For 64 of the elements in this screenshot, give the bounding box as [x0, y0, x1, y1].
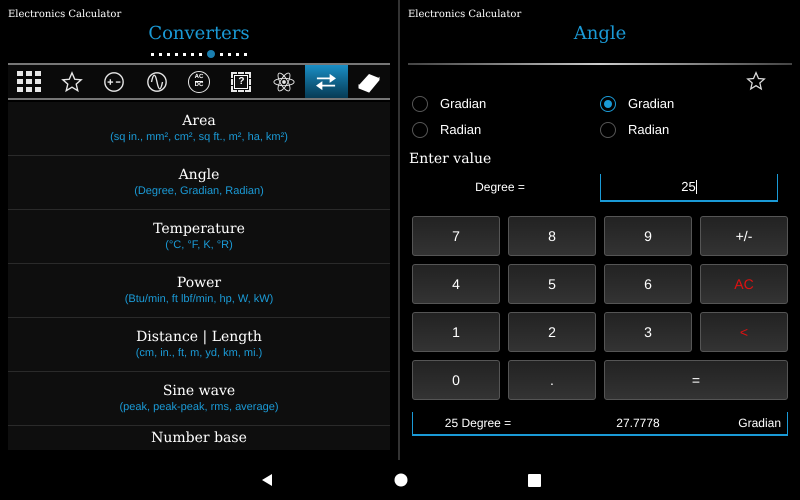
radio-label: Radian — [628, 121, 670, 140]
atom-icon — [270, 70, 297, 92]
keypad-key[interactable]: 8 — [508, 216, 596, 256]
converter-list-item[interactable]: Angle (Degree, Gradian, Radian) — [8, 156, 390, 209]
radio-button[interactable] — [600, 96, 616, 112]
radio-button[interactable] — [600, 122, 616, 138]
sine-wave-icon — [146, 70, 168, 92]
converter-title: Distance | Length — [136, 328, 262, 346]
grid-icon — [17, 70, 42, 92]
radio-button[interactable] — [412, 122, 428, 138]
converter-units: (Btu/min, ft lbf/min, hp, W, kW) — [124, 292, 274, 307]
keypad-key[interactable]: 9 — [604, 216, 692, 256]
keypad-key[interactable]: +/- — [700, 216, 788, 256]
radio-label: Gradian — [440, 95, 486, 114]
plus-minus-icon — [103, 70, 126, 92]
category-tab[interactable] — [305, 65, 348, 98]
keypad-key[interactable]: 7 — [412, 216, 500, 256]
radio-button[interactable] — [412, 96, 428, 112]
converter-title: Sine wave — [162, 382, 236, 400]
keypad-key[interactable]: = — [604, 360, 788, 400]
converter-units: (°C, °F, K, °R) — [165, 238, 233, 253]
favorite-star-icon[interactable] — [746, 71, 766, 91]
radio-label: Gradian — [628, 95, 674, 114]
radio-label: Radian — [440, 121, 482, 140]
converter-list-item[interactable]: Area (sq in., mm², cm², sq ft., m², ha, km²) — [8, 102, 390, 155]
converter-list-item[interactable]: Power (Btu/min, ft lbf/min, hp, W, kW) — [8, 264, 390, 317]
result-source-label: 25 Degree = — [444, 415, 512, 432]
swap-arrows-icon — [315, 72, 338, 92]
star-icon — [60, 70, 83, 92]
converter-list-item[interactable]: Number base — [8, 426, 390, 450]
keypad-key[interactable]: 4 — [412, 264, 500, 304]
converter-title: Temperature — [153, 220, 245, 238]
converter-title: Number base — [151, 429, 247, 447]
converter-title: Angle — [178, 166, 220, 184]
page-heading: Angle — [572, 22, 628, 46]
converter-units: (sq in., mm², cm², sq ft., m², ha, km²) — [110, 130, 288, 145]
converter-units: (peak, peak-peak, rms, average) — [120, 400, 278, 415]
result-unit: Gradian — [738, 415, 782, 432]
converter-list-item[interactable]: Distance | Length (cm, in., ft, m, yd, km, mi.) — [8, 318, 390, 371]
keypad-key[interactable]: . — [508, 360, 596, 400]
converter-title: Power — [176, 274, 222, 292]
keypad-key[interactable]: 1 — [412, 312, 500, 352]
page-heading: Converters — [147, 22, 251, 46]
app-title: Electronics Calculator — [7, 8, 122, 21]
keypad-key[interactable]: 5 — [508, 264, 596, 304]
recents-icon[interactable] — [528, 474, 540, 486]
keypad-key[interactable]: 3 — [604, 312, 692, 352]
input-label: Degree = — [474, 179, 526, 196]
converter-title: Area — [182, 112, 216, 130]
value-input-field[interactable]: 25 — [600, 174, 778, 202]
chip-icon: ? — [231, 72, 252, 92]
result-value: 27.7778 — [615, 415, 661, 432]
converter-list-item[interactable]: Sine wave (peak, peak-peak, rms, average) — [8, 372, 390, 425]
keypad-key[interactable]: 2 — [508, 312, 596, 352]
keypad-key[interactable]: 6 — [604, 264, 692, 304]
converter-units: (cm, in., ft, m, yd, km, mi.) — [136, 346, 262, 361]
section-label: Enter value — [408, 150, 492, 169]
app-title: Electronics Calculator — [407, 8, 522, 21]
category-tab[interactable]: ? — [220, 65, 263, 98]
converter-list-item[interactable]: Temperature (°C, °F, K, °R) — [8, 210, 390, 263]
converter-units: (Degree, Gradian, Radian) — [134, 184, 264, 199]
back-icon[interactable] — [260, 473, 274, 487]
keypad-key[interactable]: 0 — [412, 360, 500, 400]
home-icon[interactable] — [394, 473, 408, 487]
